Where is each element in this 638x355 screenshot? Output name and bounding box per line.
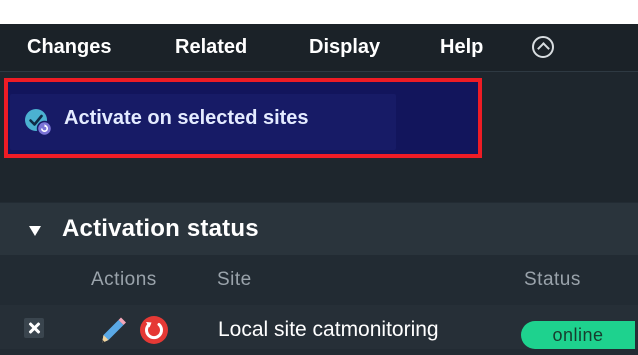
chevron-up-circle-icon[interactable] <box>532 36 554 58</box>
site-name[interactable]: Local site catmonitoring <box>218 305 439 355</box>
section-title: Activation status <box>62 215 259 242</box>
menu-related[interactable]: Related <box>175 24 247 71</box>
activate-selected-label: Activate on selected sites <box>64 107 309 129</box>
menu-changes[interactable]: Changes <box>27 24 111 71</box>
status-badge: online <box>521 321 635 349</box>
activate-selected-button[interactable]: Activate on selected sites <box>10 94 396 150</box>
menu-help[interactable]: Help <box>440 24 483 71</box>
edit-icon[interactable] <box>96 313 128 345</box>
triangle-down-icon[interactable] <box>29 226 41 236</box>
restart-icon[interactable] <box>139 315 169 345</box>
activation-status-header[interactable]: Activation status <box>0 203 638 255</box>
menu-bar: Changes Related Display Help <box>0 24 638 72</box>
window-top-strip <box>0 0 638 24</box>
table-header: Actions Site Status <box>0 258 638 302</box>
table-row: Local site catmonitoring online <box>0 305 638 349</box>
activate-changes-icon <box>25 109 53 137</box>
menu-display[interactable]: Display <box>309 24 380 71</box>
column-status: Status <box>524 269 581 290</box>
column-site[interactable]: Site <box>217 258 252 302</box>
column-actions: Actions <box>91 269 157 290</box>
discard-icon[interactable] <box>24 318 44 338</box>
